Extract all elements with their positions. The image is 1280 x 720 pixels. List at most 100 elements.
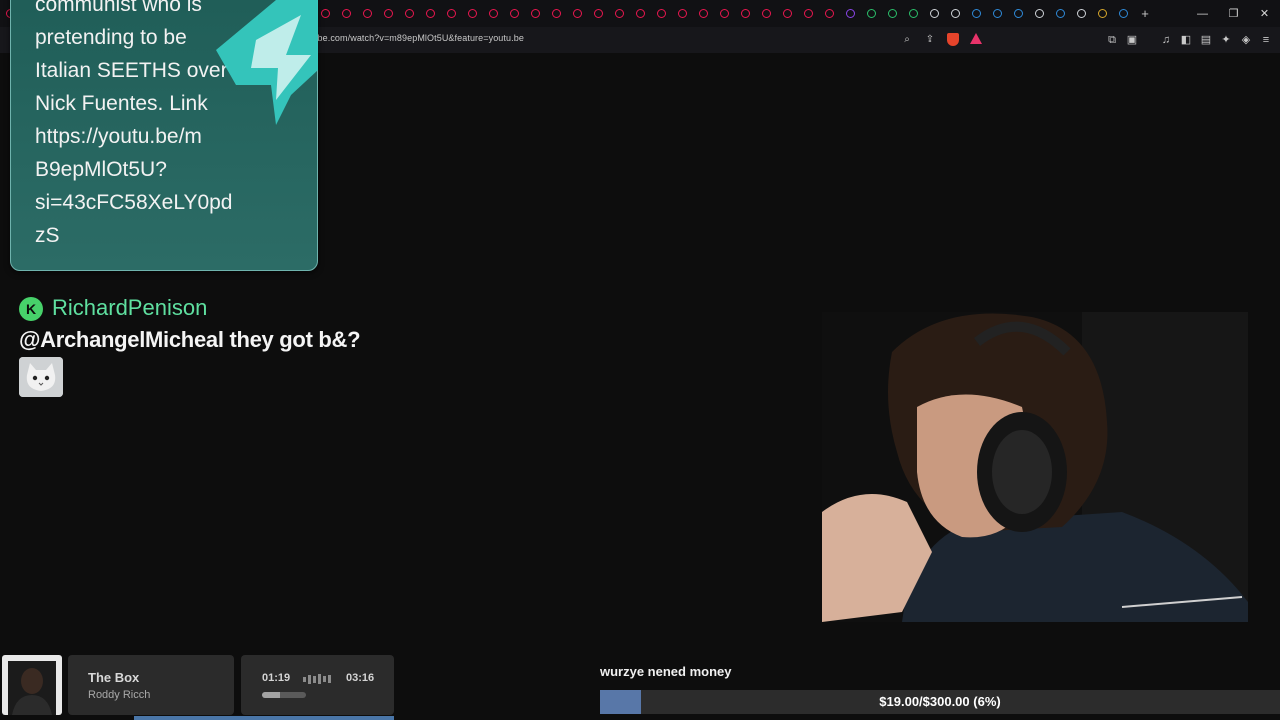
zoom-icon[interactable]: ⌕ <box>899 32 915 48</box>
vpn-icon[interactable]: ◈ <box>1238 32 1254 48</box>
browser-tab[interactable] <box>1008 0 1029 27</box>
track-duration: 03:16 <box>346 672 375 684</box>
browser-tab[interactable] <box>924 0 945 27</box>
browser-tab[interactable] <box>882 0 903 27</box>
browser-tab[interactable] <box>714 0 735 27</box>
tab-favicon-icon <box>510 9 519 18</box>
browser-tab[interactable] <box>525 0 546 27</box>
browser-tab[interactable] <box>798 0 819 27</box>
song-title: The Box <box>88 670 140 685</box>
close-window-icon[interactable]: ✕ <box>1249 0 1280 27</box>
browser-tab[interactable] <box>1071 0 1092 27</box>
tab-favicon-icon <box>804 9 813 18</box>
message-line: zS <box>35 224 60 247</box>
browser-tab[interactable] <box>567 0 588 27</box>
tab-favicon-icon <box>1077 9 1086 18</box>
tab-favicon-icon <box>531 9 540 18</box>
audio-visualizer-icon <box>303 674 333 684</box>
tab-favicon-icon <box>552 9 561 18</box>
tab-favicon-icon <box>636 9 645 18</box>
chat-username[interactable]: RichardPenison <box>52 295 207 321</box>
browser-tab[interactable] <box>903 0 924 27</box>
screenshot-icon[interactable]: ▣ <box>1124 32 1140 48</box>
browser-tab[interactable] <box>1092 0 1113 27</box>
browser-tab[interactable] <box>504 0 525 27</box>
wallet-icon[interactable]: ▤ <box>1198 32 1214 48</box>
brave-shield-icon[interactable] <box>947 33 959 46</box>
browser-tab[interactable] <box>378 0 399 27</box>
tab-favicon-icon <box>405 9 414 18</box>
browser-tab[interactable] <box>399 0 420 27</box>
share-icon[interactable]: ⇪ <box>922 32 938 48</box>
message-line: Italian SEETHS over <box>35 59 228 82</box>
tab-favicon-icon <box>363 9 372 18</box>
browser-tab[interactable] <box>966 0 987 27</box>
browser-tab[interactable] <box>609 0 630 27</box>
url-field[interactable]: youtube.com/watch?v=m89epMlOt5U&feature=… <box>295 33 524 43</box>
now-playing-card <box>68 655 234 715</box>
browser-tab[interactable] <box>819 0 840 27</box>
browser-tab[interactable] <box>1050 0 1071 27</box>
browser-tab[interactable] <box>651 0 672 27</box>
tab-favicon-icon <box>615 9 624 18</box>
browser-tab[interactable] <box>630 0 651 27</box>
window-controls: — ❐ ✕ <box>1187 0 1280 27</box>
browser-tab[interactable] <box>588 0 609 27</box>
browser-tab[interactable] <box>462 0 483 27</box>
track-progress-fill <box>262 692 280 698</box>
extensions-icon[interactable]: ⧉ <box>1104 32 1120 48</box>
tab-favicon-icon <box>384 9 393 18</box>
browser-tab[interactable] <box>483 0 504 27</box>
media-icon[interactable]: ♫ <box>1158 32 1174 48</box>
tab-favicon-icon <box>1056 9 1065 18</box>
menu-icon[interactable]: ≡ <box>1258 32 1274 48</box>
browser-tab[interactable] <box>546 0 567 27</box>
tab-favicon-icon <box>972 9 981 18</box>
browser-tab[interactable] <box>441 0 462 27</box>
webcam-feed <box>822 312 1248 622</box>
browser-tab[interactable] <box>336 0 357 27</box>
browser-tab[interactable] <box>693 0 714 27</box>
tab-favicon-icon <box>720 9 729 18</box>
tab-favicon-icon <box>867 9 876 18</box>
browser-tab[interactable] <box>1029 0 1050 27</box>
browser-tab[interactable] <box>420 0 441 27</box>
browser-tab[interactable] <box>777 0 798 27</box>
message-line: si=43cFC58XeLY0pd <box>35 191 233 214</box>
tab-favicon-icon <box>678 9 687 18</box>
tab-favicon-icon <box>489 9 498 18</box>
browser-tab[interactable] <box>357 0 378 27</box>
minimize-icon[interactable]: — <box>1187 0 1218 27</box>
browser-tab[interactable] <box>861 0 882 27</box>
tab-favicon-icon <box>468 9 477 18</box>
browser-tab[interactable] <box>1113 0 1134 27</box>
browser-tab[interactable] <box>735 0 756 27</box>
chat-message-text: @ArchangelMicheal they got b&? <box>19 327 361 352</box>
tab-favicon-icon <box>657 9 666 18</box>
browser-tab[interactable] <box>840 0 861 27</box>
browser-tab[interactable] <box>315 0 336 27</box>
message-line: communist who is <box>35 0 202 16</box>
donation-goal-bar: $19.00/$300.00 (6%) <box>600 690 1280 714</box>
browser-tab[interactable] <box>756 0 777 27</box>
browser-tab[interactable] <box>987 0 1008 27</box>
new-tab-button[interactable]: + <box>1134 0 1156 27</box>
donation-goal-label: wurzye nened money <box>600 664 732 679</box>
kick-badge-icon: K <box>19 297 43 321</box>
tab-favicon-icon <box>321 9 330 18</box>
tab-favicon-icon <box>1119 9 1128 18</box>
sidebar-icon[interactable]: ◧ <box>1178 32 1194 48</box>
brave-rewards-icon[interactable] <box>970 33 982 44</box>
tab-favicon-icon <box>993 9 1002 18</box>
album-art <box>2 655 62 715</box>
leo-icon[interactable]: ✦ <box>1218 32 1234 48</box>
tab-favicon-icon <box>762 9 771 18</box>
restore-icon[interactable]: ❐ <box>1218 0 1249 27</box>
browser-tab[interactable] <box>672 0 693 27</box>
tab-favicon-icon <box>573 9 582 18</box>
donation-goal-text: $19.00/$300.00 (6%) <box>879 694 1001 709</box>
tab-favicon-icon <box>783 9 792 18</box>
tab-favicon-icon <box>1035 9 1044 18</box>
message-line: B9epMlOt5U? <box>35 158 167 181</box>
browser-tab[interactable] <box>945 0 966 27</box>
